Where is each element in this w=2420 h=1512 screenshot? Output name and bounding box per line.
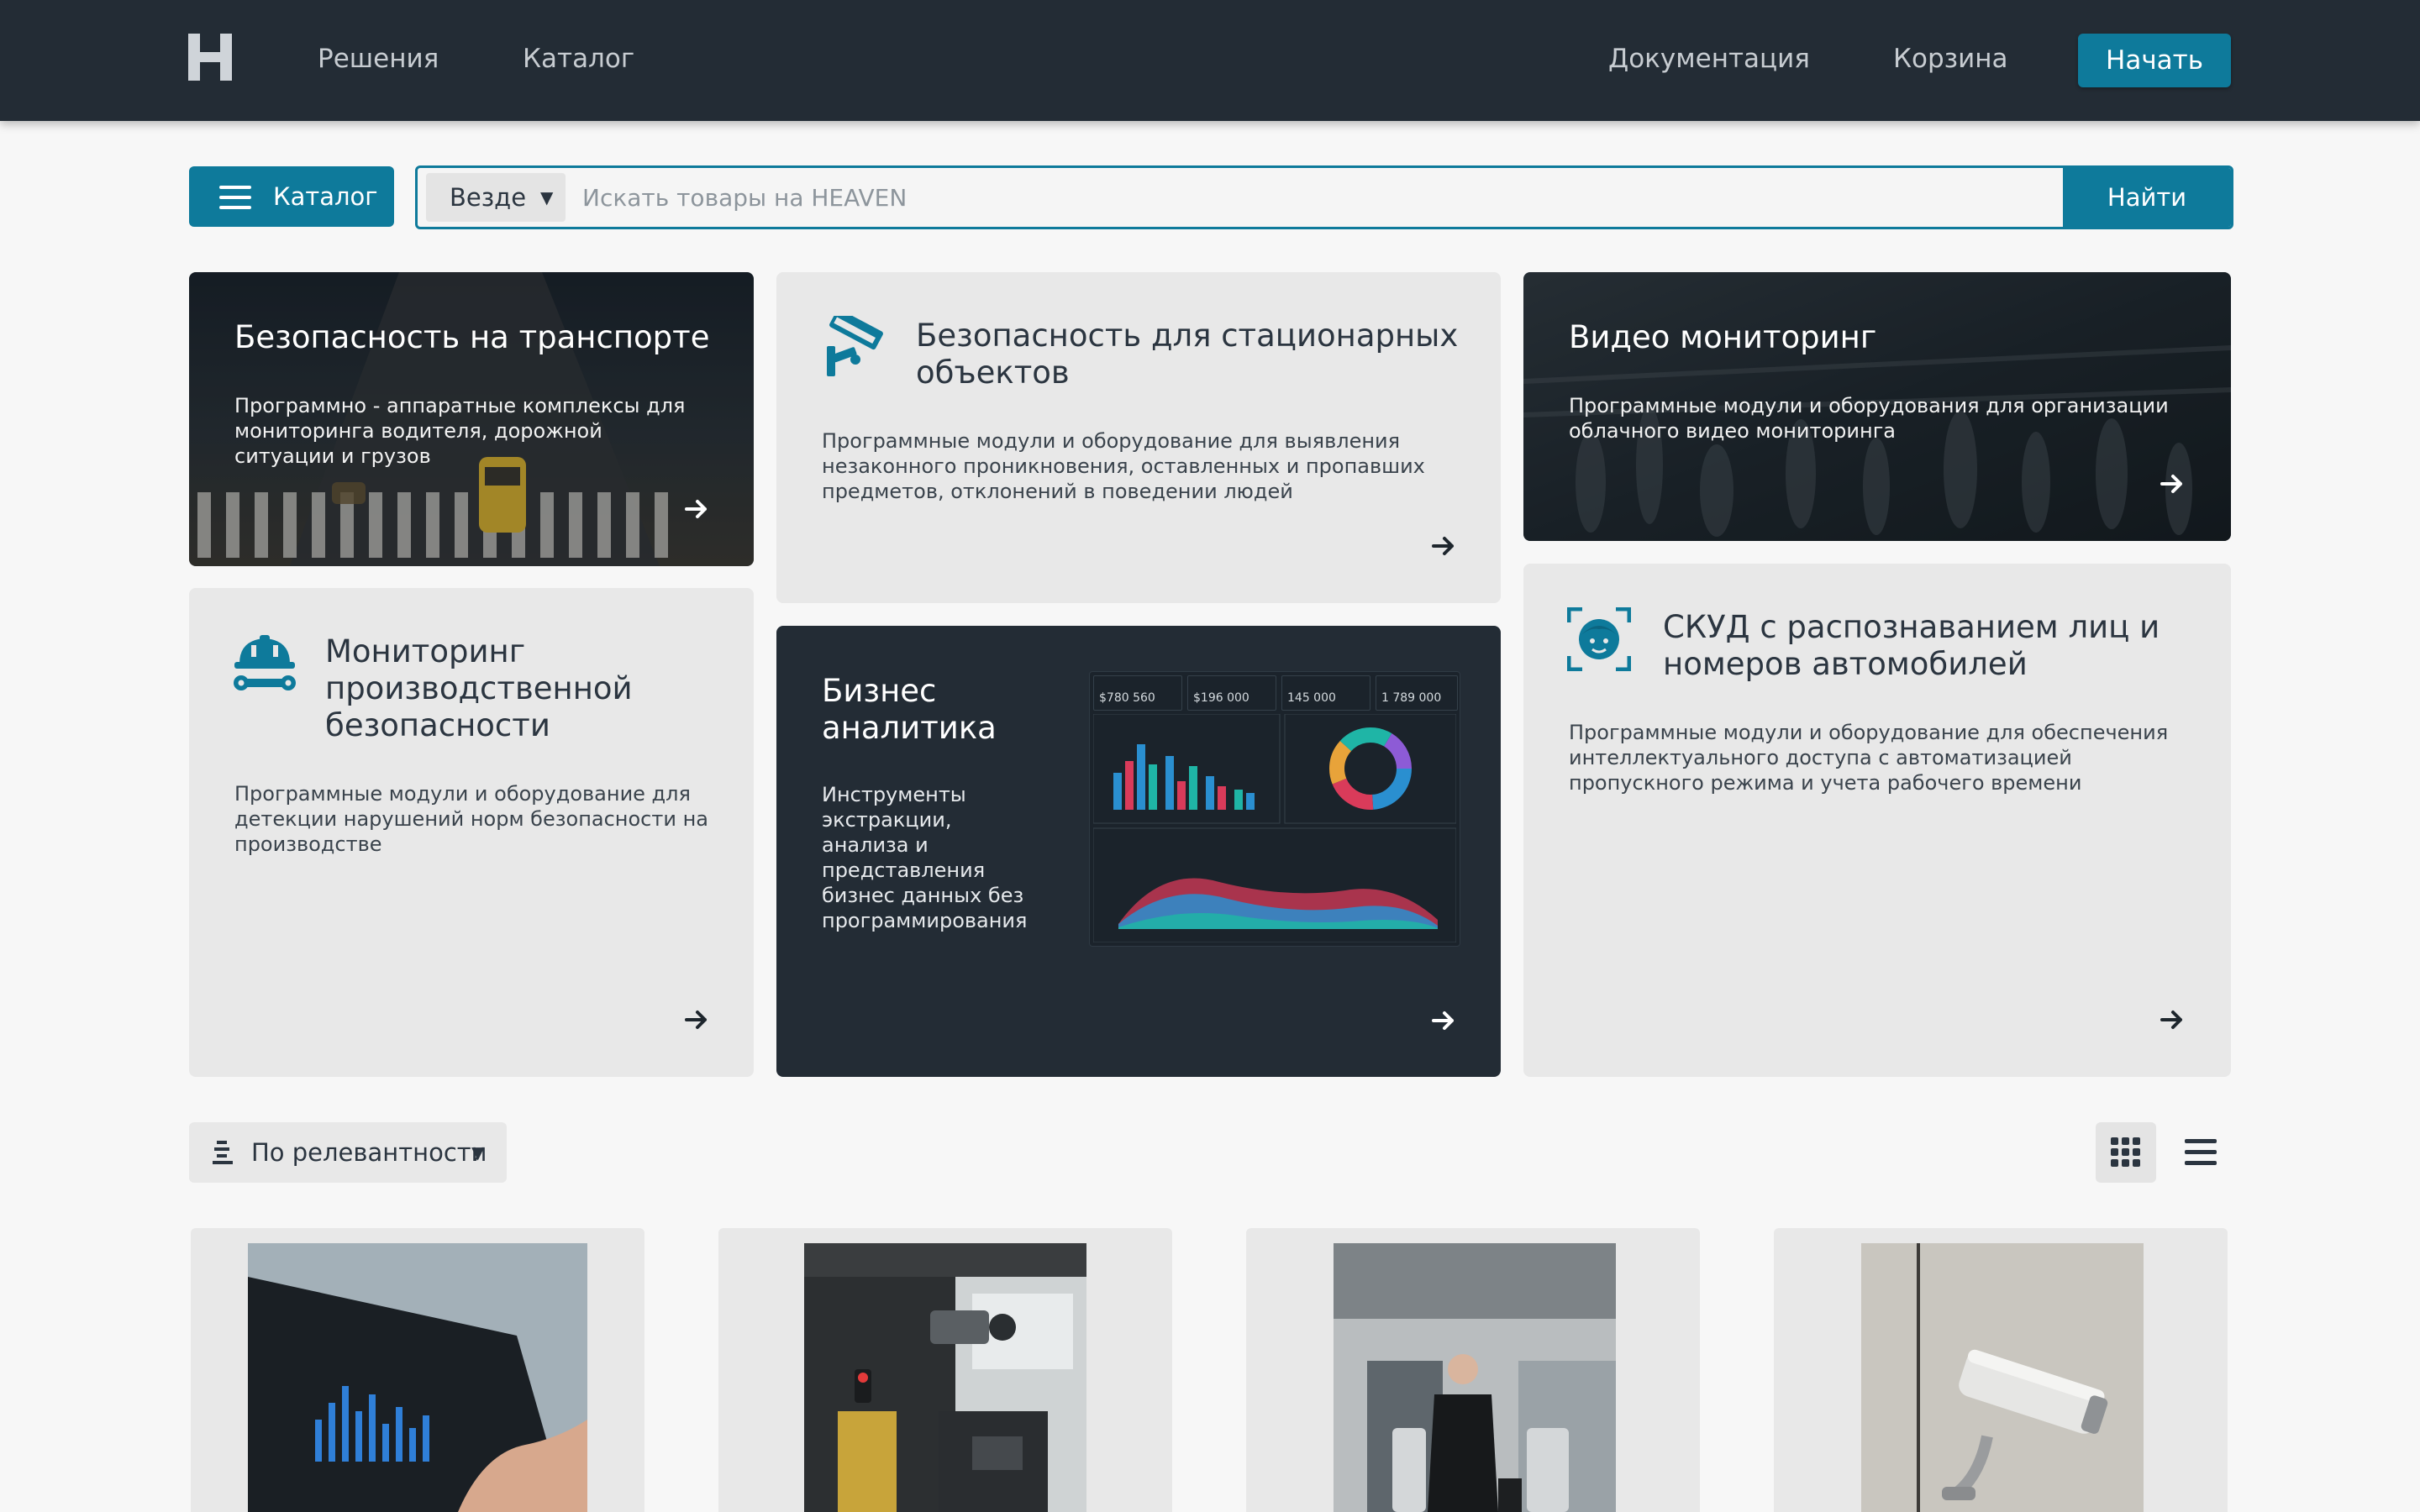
top-navigation-bar: Решения Каталог Документация Корзина Нач… [0,0,2420,121]
grid-view-toggle[interactable] [2096,1122,2156,1183]
product-card[interactable] [1774,1228,2228,1512]
kpi-value: $196 000 [1193,691,1249,705]
search-scope-value: Везде [450,183,527,212]
product-image-barrier-camera [804,1243,1086,1512]
card-title-line-2: объектов [916,354,1070,391]
menu-icon [219,186,251,209]
catalog-menu-label: Каталог [273,182,378,211]
dashboard-charts [1093,714,1456,942]
card-video-monitoring[interactable]: Видео мониторинг Программные модули и об… [1523,272,2231,541]
card-description: Программные модули и оборудования для ор… [1569,394,2169,443]
arrow-right-icon[interactable] [2159,1006,2186,1033]
card-description: Программно - аппаратные комплексы для мо… [234,394,686,468]
kpi-tile: 1 789 000 [1376,675,1458,711]
card-title-line-2: аналитика [822,710,997,746]
kpi-tile: $196 000 [1187,675,1276,711]
caret-down-icon: ▼ [471,1142,485,1163]
card-title-line-1: Мониторинг [325,633,526,669]
card-description: Программные модули и оборудование для де… [234,782,708,856]
product-card[interactable] [718,1228,1172,1512]
kpi-value: $780 560 [1099,691,1155,705]
nav-documentation[interactable]: Документация [1608,40,1810,77]
dashboard-preview: $780 560 $196 000 145 000 1 789 000 [1089,671,1460,947]
list-view-toggle[interactable] [2171,1122,2232,1183]
card-industrial-safety[interactable]: Мониторинг производственной безопасности… [189,588,754,1077]
search-submit-button[interactable]: Найти [2063,168,2231,227]
catalog-menu-button[interactable]: Каталог [189,166,394,227]
caret-down-icon: ▼ [540,187,554,207]
product-image-cctv-camera [1861,1243,2144,1512]
arrow-right-icon[interactable] [2159,470,2186,497]
arrow-right-icon[interactable] [683,1006,710,1033]
nav-catalog[interactable]: Каталог [523,40,634,77]
kpi-value: 145 000 [1287,691,1336,705]
nav-solutions[interactable]: Решения [318,40,439,77]
cctv-camera-icon [827,316,883,376]
card-title-line-1: Бизнес [822,673,937,709]
sort-label: По релевантности [251,1138,487,1167]
product-image-analytics-tablet [248,1243,587,1512]
card-stationary-security[interactable]: Безопасность для стационарных объектов П… [776,272,1501,603]
card-description: Программные модули и оборудование для об… [1569,721,2169,795]
card-title: Безопасность на транспорте [234,319,710,355]
card-title-line-2: производственной [325,670,633,706]
heaven-logo[interactable] [188,34,232,81]
nav-cart[interactable]: Корзина [1893,40,2008,77]
search-input[interactable] [582,168,1633,227]
arrow-right-icon[interactable] [1430,1007,1457,1034]
card-title-line-2: номеров автомобилей [1663,646,2028,682]
kpi-tile: 145 000 [1281,675,1370,711]
search-scope-select[interactable]: Везде ▼ [426,173,566,222]
list-view-icon [2185,1139,2217,1165]
search-bar: Везде ▼ Найти [415,165,2233,229]
card-access-control[interactable]: СКУД с распознаванием лиц и номеров авто… [1523,564,2231,1077]
kpi-value: 1 789 000 [1381,691,1442,705]
card-title-line-3: безопасности [325,707,550,743]
card-title: Видео мониторинг [1569,319,1877,355]
face-scan-icon [1567,607,1631,671]
kpi-tile: $780 560 [1093,675,1182,711]
grid-view-icon [2111,1137,2140,1167]
sort-icon [213,1141,233,1164]
product-card[interactable] [191,1228,644,1512]
card-description: Программные модули и оборудование для вы… [822,429,1425,503]
product-image-turnstile [1334,1243,1616,1512]
hardhat-wrench-icon [234,635,296,690]
start-button[interactable]: Начать [2078,34,2231,87]
arrow-right-icon[interactable] [1430,533,1457,559]
product-card[interactable] [1246,1228,1700,1512]
card-description: Инструменты экстракции, анализа и предст… [822,783,1028,932]
card-title-line-1: Безопасность для стационарных [916,318,1459,354]
card-business-analytics[interactable]: Бизнес аналитика Инструменты экстракции,… [776,626,1501,1077]
sort-dropdown[interactable]: По релевантности ▼ [189,1122,507,1183]
card-transport-security[interactable]: Безопасность на транспорте Программно - … [189,272,754,566]
card-title-line-1: СКУД с распознаванием лиц и [1663,609,2160,645]
arrow-right-icon[interactable] [683,496,710,522]
